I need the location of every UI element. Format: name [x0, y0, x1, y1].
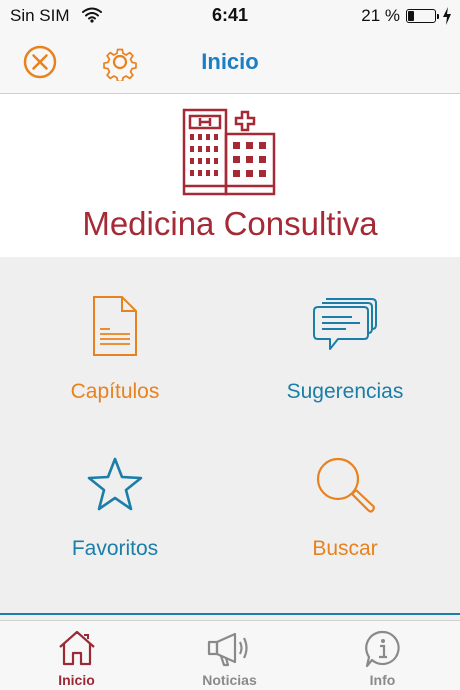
menu-capitulos-label: Capítulos	[70, 380, 160, 403]
star-icon	[87, 457, 143, 511]
tab-bar: Inicio Noticias Info	[0, 620, 460, 690]
page-title: Inicio	[201, 49, 259, 74]
app-banner: Medicina Consultiva	[0, 94, 460, 257]
app-title: Medicina Consultiva	[82, 205, 378, 242]
tab-inicio[interactable]: Inicio	[0, 621, 153, 690]
tab-noticias[interactable]: Noticias	[153, 621, 306, 690]
document-icon	[93, 296, 137, 356]
battery-percentage: 21 %	[361, 6, 400, 25]
menu-capitulos[interactable]: Capítulos	[0, 295, 230, 445]
tab-info-label: Info	[369, 672, 396, 688]
menu-buscar[interactable]: Buscar	[230, 450, 460, 600]
charging-icon	[442, 7, 452, 30]
battery-icon	[406, 9, 439, 23]
tab-noticias-label: Noticias	[202, 672, 257, 688]
chat-bubbles-icon	[313, 298, 377, 350]
megaphone-icon	[207, 632, 248, 667]
divider	[0, 613, 460, 615]
hospital-icon	[180, 104, 280, 204]
menu-sugerencias[interactable]: Sugerencias	[230, 295, 460, 445]
tab-info[interactable]: Info	[306, 621, 459, 690]
menu-sugerencias-label: Sugerencias	[286, 380, 404, 403]
navigation-bar: Inicio	[0, 32, 460, 94]
tab-inicio-label: Inicio	[58, 672, 95, 688]
info-bubble-icon	[364, 630, 400, 668]
menu-favoritos[interactable]: Favoritos	[0, 450, 230, 600]
menu-buscar-label: Buscar	[312, 537, 378, 560]
magnifier-icon	[316, 457, 375, 513]
status-bar: Sin SIM 6:41 21 %	[0, 0, 460, 32]
menu-favoritos-label: Favoritos	[71, 537, 159, 560]
home-icon	[58, 630, 95, 666]
